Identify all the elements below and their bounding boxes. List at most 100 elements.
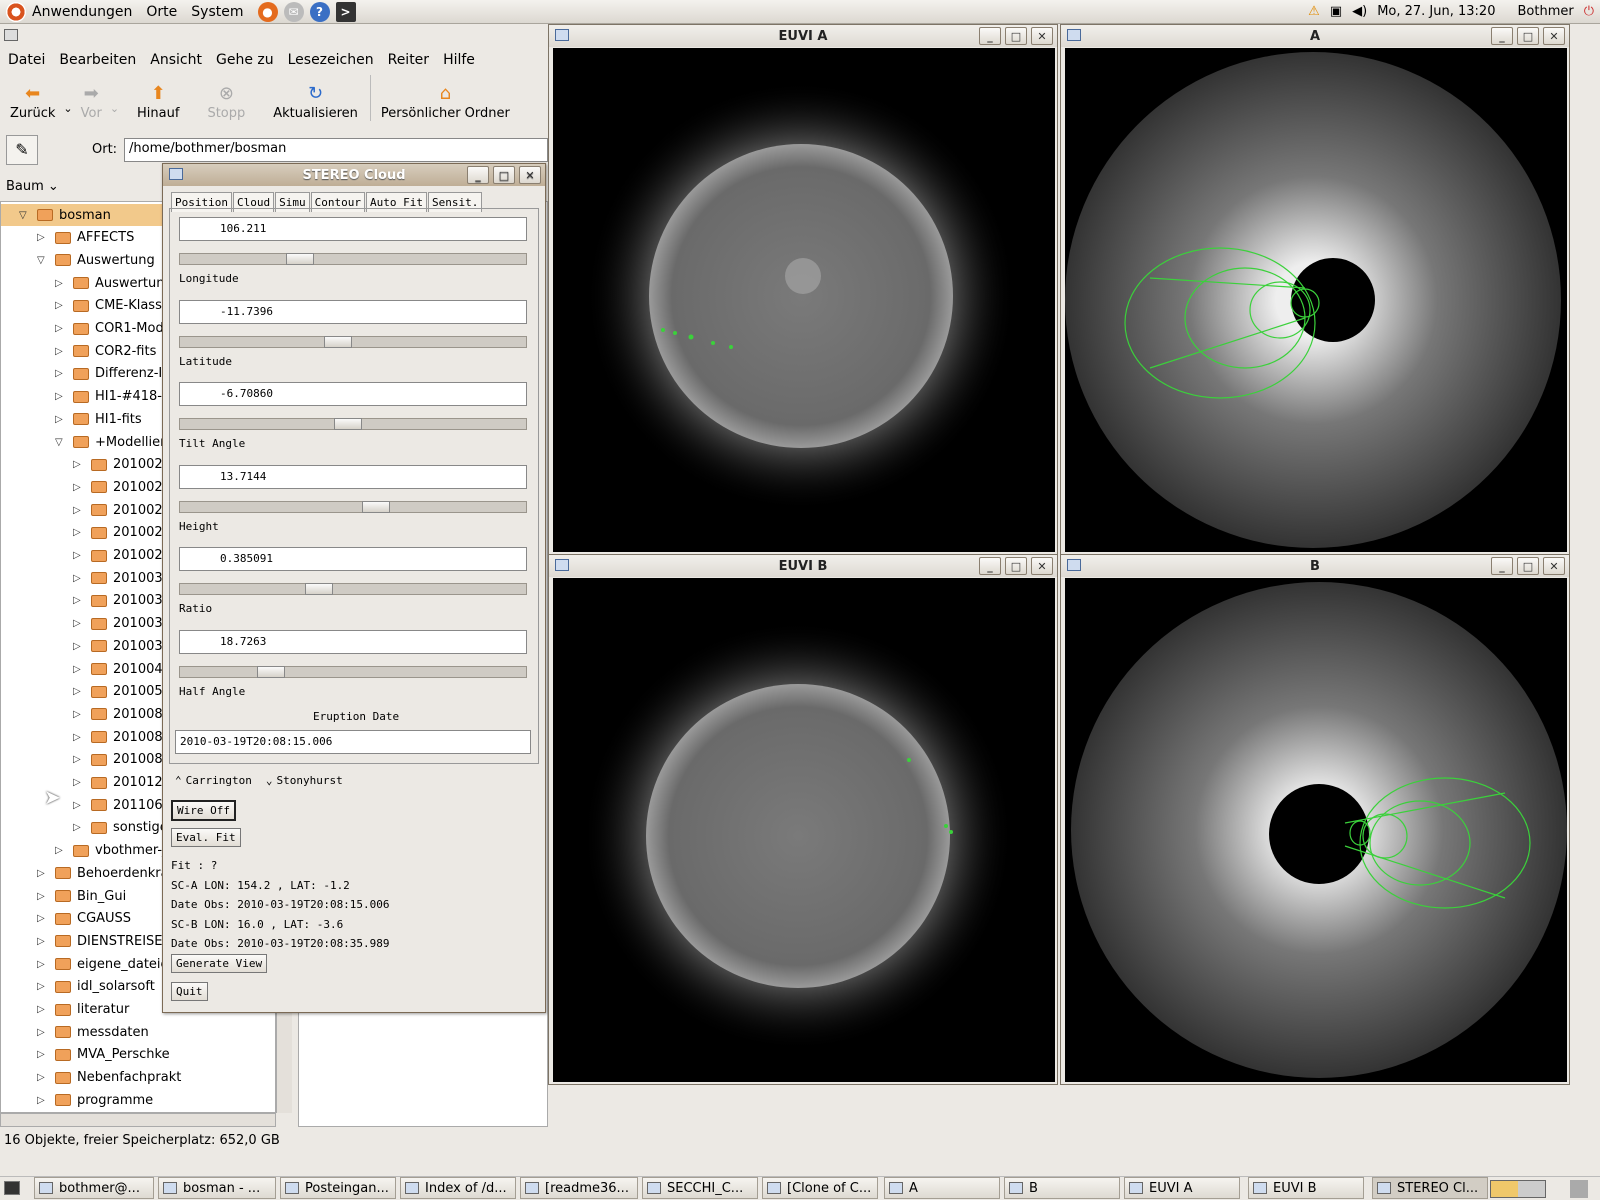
close-button[interactable]: ✕ [1543,557,1565,575]
param-slider[interactable] [179,253,527,265]
expander-closed-icon[interactable]: ▷ [37,913,47,924]
expander-closed-icon[interactable]: ▷ [73,709,83,720]
param-input[interactable]: 18.7263 [179,629,527,654]
expander-closed-icon[interactable]: ▷ [37,1095,47,1106]
cor-b-image[interactable] [1065,578,1567,1082]
minimize-button[interactable]: _ [1491,557,1513,575]
menu-gehe-zu[interactable]: Gehe zu [216,52,274,68]
terminal-icon[interactable]: > [335,1,356,22]
slider-thumb[interactable] [333,418,362,430]
warning-icon[interactable]: ⚠ [1308,4,1320,19]
window-menu-icon[interactable] [169,168,183,180]
firefox-icon[interactable]: ● [257,1,278,22]
workspace-switcher[interactable] [1490,1180,1546,1198]
user-name[interactable]: Bothmer [1517,4,1573,19]
euvi-a-image[interactable] [553,48,1055,552]
expander-closed-icon[interactable]: ▷ [73,641,83,652]
mail-icon[interactable]: ✉ [283,1,304,22]
menu-bearbeiten[interactable]: Bearbeiten [59,52,136,68]
expander-closed-icon[interactable]: ▷ [73,800,83,811]
eruption-date-input[interactable]: 2010-03-19T20:08:15.006 [175,730,531,754]
forward-button[interactable]: ➡ Vor [75,75,108,121]
minimize-button[interactable]: _ [467,166,489,184]
ubuntu-logo-icon[interactable] [6,1,26,22]
euvi-b-image[interactable] [553,578,1055,1082]
forward-dropdown[interactable]: ⌄ [108,75,121,121]
show-desktop-icon[interactable] [4,1181,20,1195]
expander-closed-icon[interactable]: ▷ [37,936,47,947]
expander-closed-icon[interactable]: ▷ [73,618,83,629]
taskbar-item[interactable]: A [884,1177,1000,1199]
taskbar-item[interactable]: Posteingan... [280,1177,396,1199]
stereo-titlebar[interactable]: STEREO Cloud _ □ ✕ [163,164,545,186]
radio-carrington-icon[interactable]: ⌃ [175,774,182,787]
expander-closed-icon[interactable]: ▷ [37,891,47,902]
expander-closed-icon[interactable]: ▷ [55,346,65,357]
param-input[interactable]: 13.7144 [179,464,527,489]
maximize-button[interactable]: □ [493,166,515,184]
radio-stonyhurst-label[interactable]: Stonyhurst [276,774,342,787]
param-slider[interactable] [179,665,527,678]
tree-item[interactable]: ▷ MVA_Perschke [37,1044,277,1066]
tree-item[interactable]: ▷ messdaten [37,1021,277,1043]
back-dropdown[interactable]: ⌄ [61,75,74,121]
param-slider[interactable] [179,418,527,430]
param-input[interactable]: -6.70860 [179,382,527,406]
slider-thumb[interactable] [256,665,285,678]
slider-thumb[interactable] [285,253,314,265]
taskbar-item[interactable]: B [1004,1177,1120,1199]
expander-closed-icon[interactable]: ▷ [73,732,83,743]
param-slider[interactable] [179,583,527,595]
menu-system[interactable]: System [191,4,243,20]
taskbar-item[interactable]: bothmer@... [34,1177,154,1199]
taskbar-item[interactable]: Index of /d... [400,1177,516,1199]
maximize-button[interactable]: □ [1005,557,1027,575]
window-menu-icon[interactable] [555,559,569,571]
expander-closed-icon[interactable]: ▷ [55,845,65,856]
generate-view-button[interactable]: Generate View [171,954,268,973]
close-button[interactable]: ✕ [1543,27,1565,45]
expander-closed-icon[interactable]: ▷ [73,822,83,833]
menu-lesezeichen[interactable]: Lesezeichen [288,52,374,68]
up-button[interactable]: ⬆ Hinauf [131,75,185,121]
shutdown-icon[interactable]: ⏻ [1584,4,1594,19]
stop-button[interactable]: ⊗ Stopp [201,75,251,121]
expander-closed-icon[interactable]: ▷ [37,1049,47,1060]
tree-item[interactable]: ▷ programme [37,1089,277,1111]
expander-closed-icon[interactable]: ▷ [55,414,65,425]
expander-closed-icon[interactable]: ▷ [55,300,65,311]
expander-closed-icon[interactable]: ▷ [37,1027,47,1038]
expander-closed-icon[interactable]: ▷ [55,278,65,289]
slider-thumb[interactable] [362,500,391,513]
expander-closed-icon[interactable]: ▷ [73,550,83,561]
expander-closed-icon[interactable]: ▷ [73,595,83,606]
home-button[interactable]: ⌂ Persönlicher Ordner [369,75,516,121]
taskbar-item[interactable]: SECCHI_C... [642,1177,758,1199]
expander-closed-icon[interactable]: ▷ [37,232,47,243]
side-pane-selector[interactable]: Baum ⌄ [6,179,66,194]
window-menu-icon[interactable] [1067,29,1081,41]
cor-a-image[interactable] [1065,48,1567,552]
param-input[interactable]: 0.385091 [179,547,527,571]
taskbar-item[interactable]: bosman - ... [158,1177,276,1199]
volume-icon[interactable]: ◀) [1352,4,1367,19]
param-input[interactable]: 106.211 [179,217,527,241]
close-button[interactable]: ✕ [519,166,541,184]
expander-closed-icon[interactable]: ▷ [73,664,83,675]
network-icon[interactable]: ▣ [1330,4,1342,19]
close-button[interactable]: ✕ [1031,557,1053,575]
minimize-button[interactable]: _ [979,27,1001,45]
slider-thumb[interactable] [324,335,352,348]
param-slider[interactable] [179,500,527,513]
reload-button[interactable]: ↻ Aktualisieren [267,75,364,121]
location-input[interactable]: /home/bothmer/bosman [124,138,548,162]
param-input[interactable]: -11.7396 [179,299,527,324]
window-menu-icon[interactable] [555,29,569,41]
maximize-button[interactable]: □ [1517,27,1539,45]
back-button[interactable]: ⬅ Zurück [4,75,61,121]
param-slider[interactable] [179,335,527,348]
expander-open-icon[interactable]: ▽ [19,210,29,221]
menu-ansicht[interactable]: Ansicht [150,52,202,68]
window-menu-icon[interactable] [4,29,18,41]
slider-thumb[interactable] [304,583,333,595]
